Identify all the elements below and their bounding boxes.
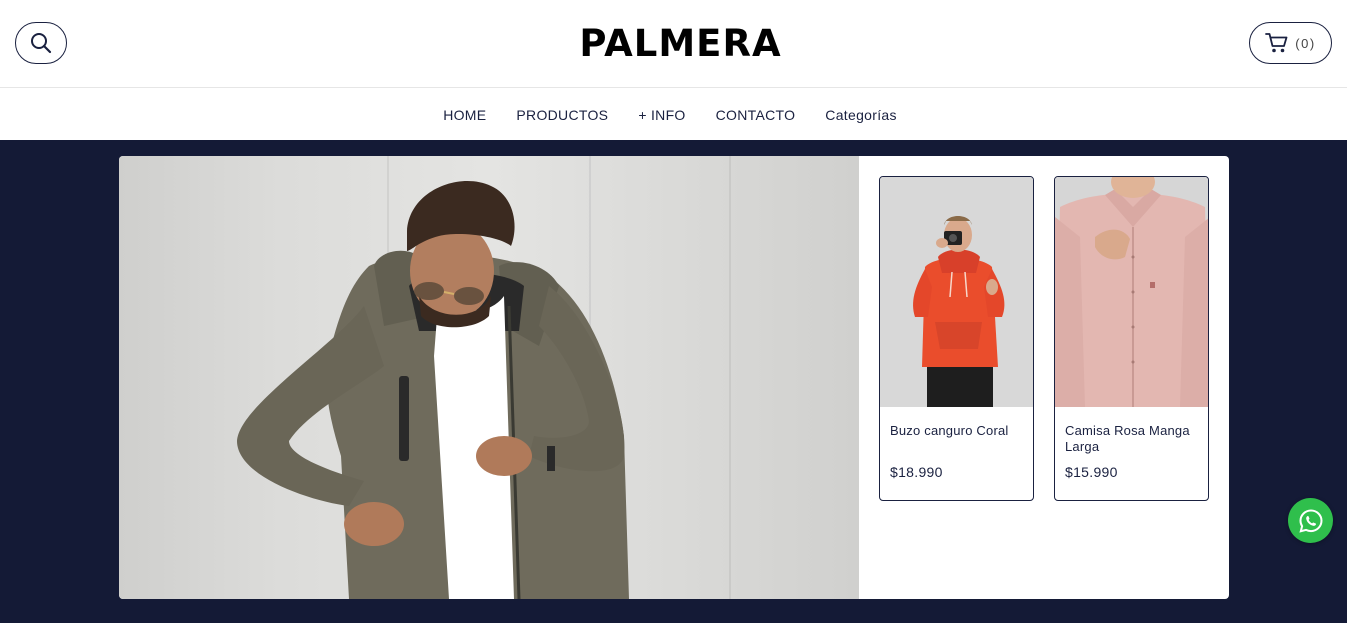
cart-button[interactable]: (0): [1249, 22, 1332, 64]
nav-contacto[interactable]: CONTACTO: [716, 107, 796, 123]
hero-banner-image[interactable]: [119, 156, 859, 599]
whatsapp-button[interactable]: [1288, 498, 1333, 543]
nav-home[interactable]: HOME: [443, 107, 486, 123]
hero-card: Buzo canguro Coral $18.990 Camisa Rosa M…: [119, 156, 1229, 599]
cart-icon: [1265, 33, 1288, 53]
whatsapp-icon: [1298, 508, 1323, 533]
product-photo[interactable]: [1055, 177, 1208, 407]
hero-model-illustration: [237, 181, 629, 599]
product-price: $15.990: [1065, 464, 1118, 480]
nav-categorias[interactable]: Categorías: [825, 107, 896, 123]
product-card[interactable]: Camisa Rosa Manga Larga $15.990: [1054, 176, 1209, 501]
main-nav: HOME PRODUCTOS + INFO CONTACTO Categoría…: [0, 89, 1347, 140]
product-card[interactable]: Buzo canguro Coral $18.990: [879, 176, 1034, 501]
store-logo[interactable]: PALMERA: [0, 22, 1347, 66]
product-price: $18.990: [890, 464, 943, 480]
product-photo[interactable]: [880, 177, 1033, 407]
product-name[interactable]: Camisa Rosa Manga Larga: [1065, 423, 1200, 455]
product-name[interactable]: Buzo canguro Coral: [890, 423, 1025, 439]
nav-productos[interactable]: PRODUCTOS: [516, 107, 608, 123]
site-header: PALMERA (0): [0, 0, 1347, 88]
nav-info[interactable]: + INFO: [638, 107, 685, 123]
cart-count: (0): [1295, 35, 1316, 51]
